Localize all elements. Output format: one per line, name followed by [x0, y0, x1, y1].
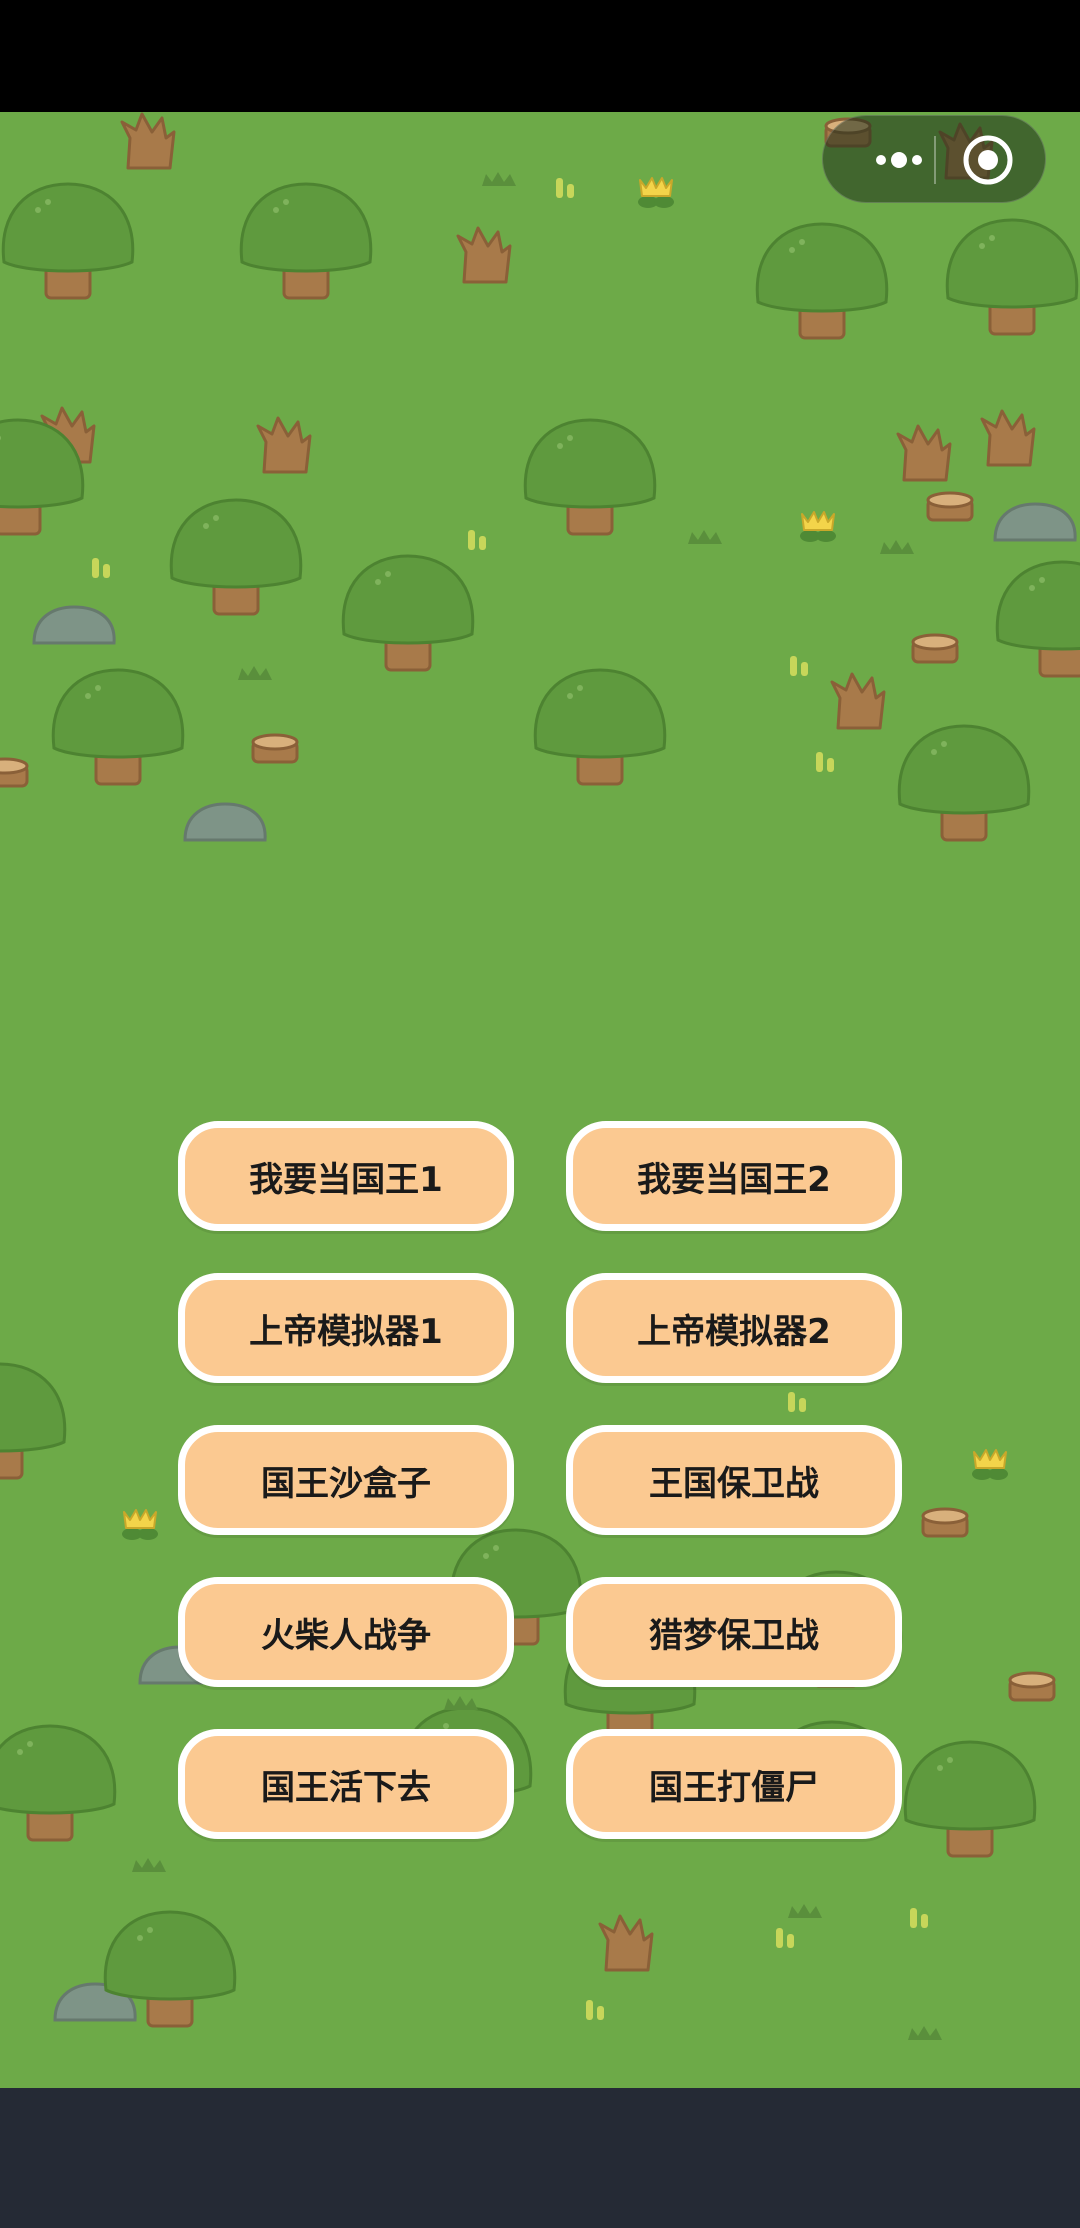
more-button[interactable] — [863, 138, 935, 182]
game-background — [0, 112, 1080, 2088]
forest-scenery — [0, 112, 1080, 2040]
game-button-shangdi-moniqi-2[interactable]: 上帝模拟器2 — [566, 1273, 902, 1383]
bottom-navigation-bar — [0, 2088, 1080, 2228]
capsule-divider — [934, 136, 936, 184]
game-button-guowang-shahezi[interactable]: 国王沙盒子 — [178, 1425, 514, 1535]
game-button-guowang-da-jiangshi[interactable]: 国王打僵尸 — [566, 1729, 902, 1839]
game-button-wangguo-baoweizhan[interactable]: 王国保卫战 — [566, 1425, 902, 1535]
miniprogram-capsule — [822, 115, 1046, 203]
target-close-icon — [963, 135, 1013, 185]
status-bar — [0, 0, 1080, 112]
more-dots-icon — [876, 152, 922, 168]
game-button-guowang-huoxiaqu[interactable]: 国王活下去 — [178, 1729, 514, 1839]
game-button-shangdi-moniqi-1[interactable]: 上帝模拟器1 — [178, 1273, 514, 1383]
game-button-wo-yao-dang-guowang-2[interactable]: 我要当国王2 — [566, 1121, 902, 1231]
game-button-liemeng-baoweizhan[interactable]: 猎梦保卫战 — [566, 1577, 902, 1687]
game-button-wo-yao-dang-guowang-1[interactable]: 我要当国王1 — [178, 1121, 514, 1231]
game-button-huochairen-zhanzheng[interactable]: 火柴人战争 — [178, 1577, 514, 1687]
close-button[interactable] — [961, 133, 1015, 187]
